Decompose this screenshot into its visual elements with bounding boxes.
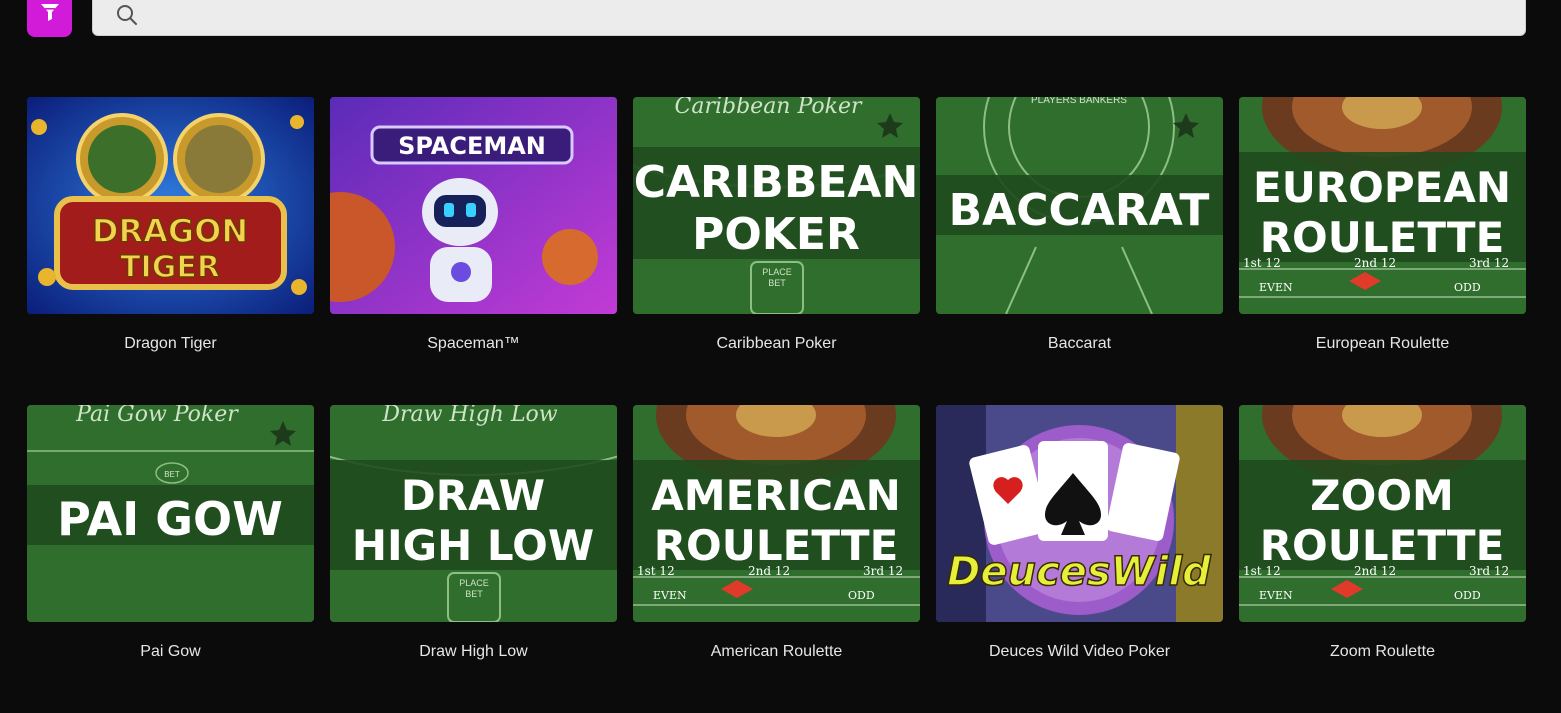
bet-label: ODD <box>1454 589 1481 602</box>
game-title[interactable]: Baccarat <box>936 334 1223 354</box>
bet-label: EVEN <box>1259 589 1293 602</box>
game-card-draw-high-low[interactable]: Draw High Low DRAW HIGH LOW PLACE BET Dr… <box>330 405 617 713</box>
bet-label: 3rd 12 <box>1469 256 1509 270</box>
bet-label: 1st 12 <box>1243 564 1281 578</box>
art-header: PLAYERS BANKERS <box>1031 97 1127 106</box>
game-title[interactable]: Spaceman™ <box>330 334 617 354</box>
game-thumbnail[interactable]: PLAYERS BANKERS BACCARAT <box>936 97 1223 314</box>
art-line: DeucesWild <box>947 549 1211 595</box>
game-card-spaceman[interactable]: SPACEMAN Spaceman™ <box>330 97 617 405</box>
search-bar <box>92 0 1526 36</box>
bet-label: ODD <box>848 589 875 602</box>
bet-label: 1st 12 <box>1243 256 1281 270</box>
art-line: CARIBBEAN <box>634 157 919 208</box>
game-thumbnail[interactable]: DeucesWild <box>936 405 1223 622</box>
art-line: HIGH LOW <box>352 521 594 570</box>
art-line: DRAGON <box>92 212 248 250</box>
art-line: ROULETTE <box>654 521 899 570</box>
game-thumbnail[interactable]: ZOOM ROULETTE 1st 12 2nd 12 3rd 12 EVEN … <box>1239 405 1526 622</box>
game-thumbnail[interactable]: Draw High Low DRAW HIGH LOW PLACE BET <box>330 405 617 622</box>
bet-label: EVEN <box>653 589 687 602</box>
game-thumbnail[interactable]: SPACEMAN <box>330 97 617 314</box>
art-line: ROULETTE <box>1260 521 1505 570</box>
game-card-american-roulette[interactable]: AMERICAN ROULETTE 1st 12 2nd 12 3rd 12 E… <box>633 405 920 713</box>
filter-button[interactable] <box>27 0 72 37</box>
art-header: Pai Gow Poker <box>75 405 239 427</box>
top-bar <box>0 0 1561 50</box>
games-grid: DRAGON TIGER Dragon Tiger SPACEMAN Space… <box>27 97 1526 713</box>
game-card-baccarat[interactable]: PLAYERS BANKERS BACCARAT Baccarat <box>936 97 1223 405</box>
game-card-caribbean-poker[interactable]: Caribbean Poker CARIBBEAN POKER PLACE BE… <box>633 97 920 405</box>
art-header: Caribbean Poker <box>675 97 863 119</box>
bet-label: 1st 12 <box>637 564 675 578</box>
game-card-european-roulette[interactable]: EUROPEAN ROULETTE 1st 12 2nd 12 3rd 12 E… <box>1239 97 1526 405</box>
art-sub: PLACE <box>459 578 489 588</box>
game-card-pai-gow[interactable]: Pai Gow Poker BET PAI GOW Pai Gow <box>27 405 314 713</box>
game-title[interactable]: Caribbean Poker <box>633 334 920 354</box>
game-title[interactable]: Pai Gow <box>27 642 314 662</box>
game-title[interactable]: European Roulette <box>1239 334 1526 354</box>
art-sub: BET <box>768 278 786 288</box>
art-sub: BET <box>465 589 483 599</box>
art-line: BACCARAT <box>949 185 1210 236</box>
bet-label: 2nd 12 <box>1354 256 1396 270</box>
art-line: AMERICAN <box>651 471 900 520</box>
bet-label: 3rd 12 <box>1469 564 1509 578</box>
art-line: ZOOM <box>1310 471 1454 520</box>
art-line: PAI GOW <box>57 492 283 546</box>
bet-label: 3rd 12 <box>863 564 903 578</box>
search-input[interactable] <box>147 0 1525 36</box>
game-card-dragon-tiger[interactable]: DRAGON TIGER Dragon Tiger <box>27 97 314 405</box>
art-sub: PLACE <box>762 267 792 277</box>
art-header: Draw High Low <box>381 405 557 427</box>
game-card-deuces-wild[interactable]: DeucesWild Deuces Wild Video Poker <box>936 405 1223 713</box>
art-line: SPACEMAN <box>398 132 546 160</box>
art-sub: BET <box>164 470 180 479</box>
game-thumbnail[interactable]: Pai Gow Poker BET PAI GOW <box>27 405 314 622</box>
search-icon <box>107 0 147 36</box>
game-thumbnail[interactable]: DRAGON TIGER <box>27 97 314 314</box>
bet-label: 2nd 12 <box>1354 564 1396 578</box>
art-line: ROULETTE <box>1260 213 1505 262</box>
art-line: POKER <box>692 209 860 260</box>
game-thumbnail[interactable]: Caribbean Poker CARIBBEAN POKER PLACE BE… <box>633 97 920 314</box>
game-card-zoom-roulette[interactable]: ZOOM ROULETTE 1st 12 2nd 12 3rd 12 EVEN … <box>1239 405 1526 713</box>
game-thumbnail[interactable]: EUROPEAN ROULETTE 1st 12 2nd 12 3rd 12 E… <box>1239 97 1526 314</box>
game-title[interactable]: American Roulette <box>633 642 920 662</box>
bet-label: EVEN <box>1259 281 1293 294</box>
game-title[interactable]: Zoom Roulette <box>1239 642 1526 662</box>
filter-icon <box>39 1 61 28</box>
game-title[interactable]: Draw High Low <box>330 642 617 662</box>
game-thumbnail[interactable]: AMERICAN ROULETTE 1st 12 2nd 12 3rd 12 E… <box>633 405 920 622</box>
bet-label: ODD <box>1454 281 1481 294</box>
art-line: TIGER <box>120 250 220 285</box>
game-title[interactable]: Dragon Tiger <box>27 334 314 354</box>
bet-label: 2nd 12 <box>748 564 790 578</box>
game-title[interactable]: Deuces Wild Video Poker <box>936 642 1223 662</box>
art-line: EUROPEAN <box>1253 163 1511 212</box>
art-line: DRAW <box>401 471 545 520</box>
